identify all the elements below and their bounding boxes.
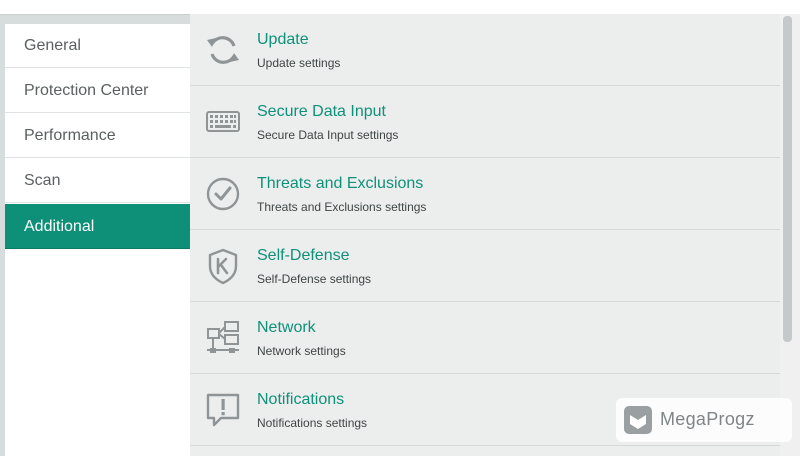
watermark-text: MegaProgz: [660, 409, 755, 429]
notifications-subtitle: Notifications settings: [257, 416, 368, 430]
settings-row-self-defense[interactable]: Self-Defense Self-Defense settings: [190, 230, 780, 302]
keyboard-icon: [206, 111, 240, 132]
settings-row-secure-data-input[interactable]: Secure Data Input Secure Data Input sett…: [190, 86, 780, 158]
self-defense-title: Self-Defense: [257, 247, 350, 264]
sidebar-item-protection-center[interactable]: Protection Center: [5, 68, 190, 113]
network-title: Network: [257, 319, 316, 336]
network-icon: [207, 321, 239, 353]
self-defense-subtitle: Self-Defense settings: [257, 272, 372, 286]
secure-data-input-title: Secure Data Input: [257, 103, 386, 120]
settings-row-update[interactable]: Update Update settings: [190, 14, 780, 86]
sidebar-item-performance[interactable]: Performance: [5, 113, 190, 158]
checkmark-circle-icon: [206, 177, 240, 211]
notifications-title: Notifications: [257, 391, 345, 408]
settings-list: Update Update settings Secure Data Input…: [190, 14, 780, 456]
refresh-icon: [207, 36, 239, 64]
watermark: MegaProgz: [616, 398, 792, 442]
settings-sidebar: General Protection Center Performance Sc…: [5, 23, 191, 456]
notification-icon: [206, 393, 240, 427]
sidebar-item-general[interactable]: General: [5, 23, 190, 68]
update-subtitle: Update settings: [257, 56, 341, 70]
settings-row-threats-and-exclusions[interactable]: Threats and Exclusions Threats and Exclu…: [190, 158, 780, 230]
vertical-scrollbar[interactable]: [780, 14, 800, 456]
threats-and-exclusions-title: Threats and Exclusions: [257, 175, 424, 192]
sidebar-item-additional[interactable]: Additional: [5, 204, 190, 249]
secure-data-input-subtitle: Secure Data Input settings: [257, 128, 399, 142]
shield-icon: [208, 248, 238, 285]
update-title: Update: [257, 31, 309, 48]
megaprogz-logo-icon: [624, 406, 652, 434]
window-top-bar: [0, 0, 800, 15]
threats-and-exclusions-subtitle: Threats and Exclusions settings: [257, 200, 427, 214]
sidebar-item-scan[interactable]: Scan: [5, 158, 190, 203]
settings-row-network[interactable]: Network Network settings: [190, 302, 780, 374]
network-subtitle: Network settings: [257, 344, 346, 358]
scrollbar-thumb[interactable]: [783, 16, 792, 342]
